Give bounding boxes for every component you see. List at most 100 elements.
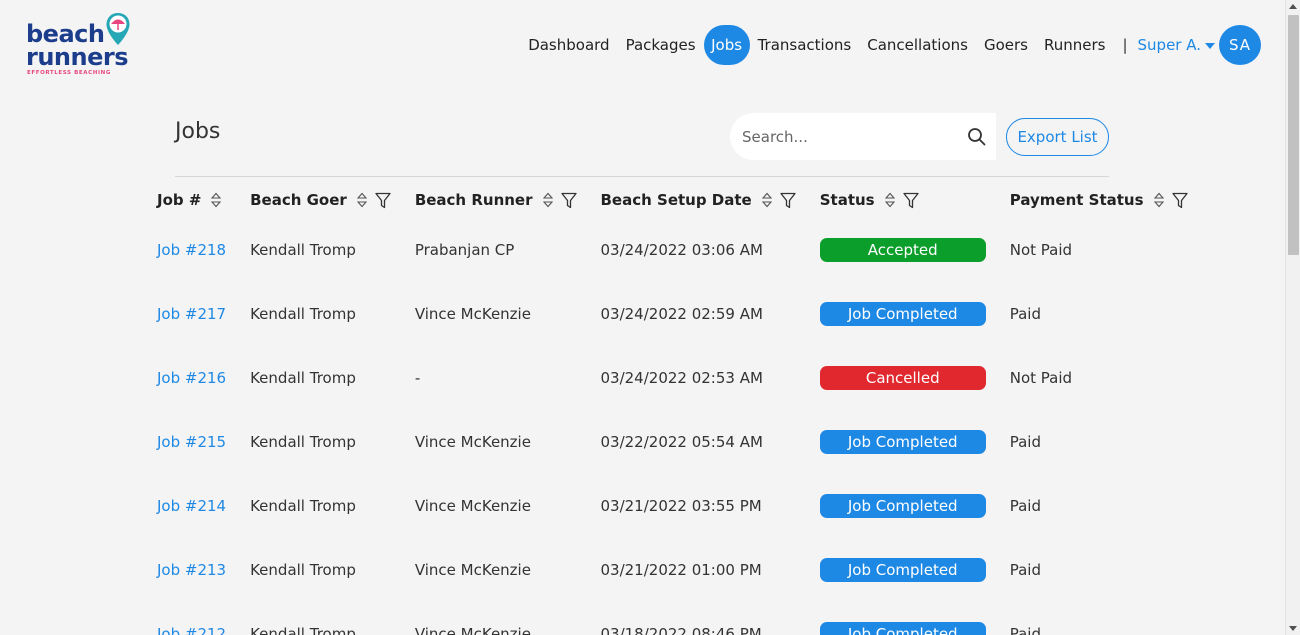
- cell-beach-runner: Vince McKenzie: [414, 561, 531, 579]
- table-header-row: Job # Beach Goer Beach Runner Beach Setu…: [145, 182, 1200, 218]
- cell-payment-status: Paid: [1009, 433, 1041, 451]
- cell-status: Accepted: [808, 218, 998, 282]
- cell-payment-status: Paid: [1009, 625, 1041, 635]
- job-link[interactable]: Job #212: [157, 625, 226, 635]
- sort-icon[interactable]: [1153, 192, 1164, 208]
- table-row: Job #218 Kendall Tromp Prabanjan CP 03/2…: [145, 218, 1200, 282]
- cell-setup-date: 03/21/2022 03:55 PM: [600, 497, 762, 515]
- table-row: Job #213 Kendall Tromp Vince McKenzie 03…: [145, 538, 1200, 602]
- scroll-up-arrow-icon[interactable]: [1289, 4, 1297, 9]
- cell-beach-goer: Kendall Tromp: [250, 561, 356, 579]
- job-link[interactable]: Job #214: [157, 497, 226, 515]
- cell-beach-goer: Kendall Tromp: [250, 241, 356, 259]
- nav-runners[interactable]: Runners: [1036, 25, 1113, 65]
- cell-beach-runner: Vince McKenzie: [414, 305, 531, 323]
- cell-status: Job Completed: [808, 410, 998, 474]
- cell-beach-runner: Prabanjan CP: [414, 241, 515, 259]
- search-icon[interactable]: [966, 126, 988, 148]
- avatar[interactable]: SA: [1219, 25, 1261, 65]
- table-row: Job #214 Kendall Tromp Vince McKenzie 03…: [145, 474, 1200, 538]
- status-badge: Job Completed: [819, 622, 986, 635]
- cell-job: Job #218: [145, 218, 238, 282]
- sort-icon[interactable]: [542, 192, 553, 208]
- nav-separator: |: [1122, 36, 1128, 54]
- column-header-setup-date: Beach Setup Date: [589, 182, 808, 218]
- table-row: Job #216 Kendall Tromp - 03/24/2022 02:5…: [145, 346, 1200, 410]
- nav-goers[interactable]: Goers: [976, 25, 1036, 65]
- job-link[interactable]: Job #217: [157, 305, 226, 323]
- nav-dashboard[interactable]: Dashboard: [520, 25, 617, 65]
- logo-text-runners: runners: [26, 43, 129, 71]
- user-menu-dropdown[interactable]: Super A.: [1138, 36, 1215, 54]
- filter-icon[interactable]: [902, 192, 919, 209]
- job-link[interactable]: Job #216: [157, 369, 226, 387]
- sort-icon[interactable]: [884, 192, 895, 208]
- table-row: Job #212 Kendall Tromp Vince McKenzie 03…: [145, 602, 1200, 635]
- cell-job: Job #214: [145, 474, 238, 538]
- brand-logo[interactable]: beach runners EFFORTLESS BEACHING: [26, 12, 136, 78]
- status-badge: Job Completed: [819, 430, 986, 454]
- logo-tagline: EFFORTLESS BEACHING: [27, 70, 111, 76]
- column-label: Job #: [157, 191, 202, 209]
- status-badge: Job Completed: [819, 558, 986, 582]
- cell-setup-date: 03/24/2022 02:59 AM: [600, 305, 763, 323]
- scrollbar-thumb[interactable]: [1288, 15, 1299, 255]
- job-link[interactable]: Job #213: [157, 561, 226, 579]
- column-label: Beach Goer: [250, 191, 347, 209]
- cell-beach-goer: Kendall Tromp: [250, 497, 356, 515]
- sort-icon[interactable]: [761, 192, 772, 208]
- nav-transactions[interactable]: Transactions: [750, 25, 860, 65]
- cell-payment-status: Paid: [1009, 305, 1041, 323]
- cell-status: Job Completed: [808, 282, 998, 346]
- sort-icon[interactable]: [356, 192, 367, 208]
- column-label: Beach Runner: [414, 191, 533, 209]
- cell-beach-runner: Vince McKenzie: [414, 625, 531, 635]
- column-header-beach-goer: Beach Goer: [238, 182, 403, 218]
- export-list-button[interactable]: Export List: [1006, 118, 1109, 156]
- cell-beach-goer: Kendall Tromp: [250, 305, 356, 323]
- table-row: Job #217 Kendall Tromp Vince McKenzie 03…: [145, 282, 1200, 346]
- cell-payment-status: Paid: [1009, 497, 1041, 515]
- cell-beach-runner: -: [414, 369, 421, 387]
- scroll-down-arrow-icon[interactable]: [1289, 626, 1297, 631]
- nav-jobs[interactable]: Jobs: [703, 25, 750, 65]
- cell-setup-date: 03/24/2022 02:53 AM: [600, 369, 763, 387]
- main-nav: Dashboard Packages Jobs Transactions Can…: [520, 25, 1261, 65]
- cell-status: Job Completed: [808, 602, 998, 635]
- cell-payment-status: Not Paid: [1009, 241, 1073, 259]
- cell-status: Job Completed: [808, 474, 998, 538]
- beach-umbrella-pin-icon: [106, 13, 130, 45]
- cell-job: Job #213: [145, 538, 238, 602]
- cell-status: Job Completed: [808, 538, 998, 602]
- sort-icon[interactable]: [211, 192, 222, 208]
- status-badge: Cancelled: [819, 366, 986, 390]
- user-name: Super A.: [1137, 36, 1201, 54]
- cell-setup-date: 03/21/2022 01:00 PM: [600, 561, 762, 579]
- page-title: Jobs: [175, 119, 221, 144]
- filter-icon[interactable]: [1171, 192, 1188, 209]
- page-scrollbar[interactable]: [1285, 0, 1300, 635]
- column-header-payment-status: Payment Status: [998, 182, 1200, 218]
- cell-setup-date: 03/22/2022 05:54 AM: [600, 433, 763, 451]
- cell-job: Job #217: [145, 282, 238, 346]
- filter-icon[interactable]: [560, 192, 577, 209]
- cell-job: Job #215: [145, 410, 238, 474]
- search-box: [730, 113, 996, 160]
- filter-icon[interactable]: [780, 192, 796, 209]
- job-link[interactable]: Job #215: [157, 433, 226, 451]
- cell-beach-goer: Kendall Tromp: [250, 625, 356, 635]
- filter-icon[interactable]: [375, 192, 391, 209]
- status-badge: Accepted: [819, 238, 986, 262]
- column-label: Status: [819, 191, 875, 209]
- cell-status: Cancelled: [808, 346, 998, 410]
- job-link[interactable]: Job #218: [157, 241, 226, 259]
- search-input[interactable]: [742, 113, 957, 160]
- nav-cancellations[interactable]: Cancellations: [859, 25, 976, 65]
- header-divider: [175, 176, 1109, 177]
- cell-setup-date: 03/18/2022 08:46 PM: [600, 625, 762, 635]
- cell-setup-date: 03/24/2022 03:06 AM: [600, 241, 763, 259]
- cell-beach-runner: Vince McKenzie: [414, 497, 531, 515]
- cell-payment-status: Not Paid: [1009, 369, 1073, 387]
- nav-packages[interactable]: Packages: [618, 25, 704, 65]
- table-row: Job #215 Kendall Tromp Vince McKenzie 03…: [145, 410, 1200, 474]
